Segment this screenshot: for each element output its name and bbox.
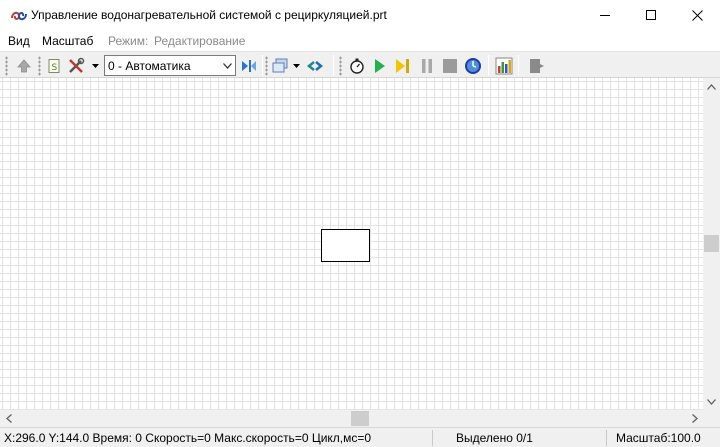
toolbar-grip-2[interactable]	[38, 56, 41, 76]
title-bar: Управление водонагревательной системой с…	[0, 0, 720, 31]
pause-button[interactable]	[417, 56, 437, 76]
exit-button[interactable]	[526, 56, 546, 76]
windows-dropdown-arrow[interactable]	[292, 56, 301, 76]
up-arrow-button[interactable]	[14, 56, 34, 76]
exit-icon	[530, 59, 544, 73]
toolbar-separator	[262, 55, 263, 76]
status-bar: X:296.0 Y:144.0 Время: 0 Скорость=0 Макс…	[0, 427, 720, 447]
scroll-corner	[703, 410, 720, 427]
scroll-left-icon[interactable]	[0, 410, 17, 427]
minimize-button[interactable]	[582, 0, 628, 31]
tools-dropdown-arrow[interactable]	[91, 56, 100, 76]
stop-button[interactable]	[440, 56, 460, 76]
menu-mode-value: Редактирование	[154, 34, 246, 48]
tools-button[interactable]	[66, 56, 86, 76]
horizontal-scrollbar[interactable]	[0, 410, 703, 427]
toolbar-grip[interactable]	[5, 56, 8, 76]
toolbar-grip-4[interactable]	[339, 56, 342, 76]
diagram-canvas[interactable]	[0, 78, 703, 410]
windows-icon	[272, 58, 288, 73]
timer-button[interactable]	[347, 56, 367, 76]
status-divider-2	[606, 430, 607, 446]
tools-icon	[69, 57, 85, 73]
status-coords: X:296.0 Y:144.0 Время: 0 Скорость=0 Макс…	[4, 431, 372, 445]
status-scale: Масштаб:100.0	[616, 431, 701, 445]
windows-button[interactable]	[270, 56, 290, 76]
toolbar-separator-3	[488, 55, 489, 76]
step-forward-button[interactable]	[393, 56, 413, 76]
up-arrow-icon	[17, 59, 31, 73]
chevron-down-icon[interactable]	[219, 56, 235, 75]
chart-icon	[495, 57, 513, 75]
script-icon: S	[48, 59, 60, 73]
toolbar-grip-3[interactable]	[265, 56, 268, 76]
chart-button[interactable]	[494, 56, 514, 76]
script-button[interactable]: S	[44, 56, 64, 76]
horizontal-scroll-thumb[interactable]	[351, 411, 369, 426]
toolbar: S 0 - Автоматика	[0, 51, 720, 78]
toolbar-separator-2	[333, 55, 334, 76]
clock-icon	[465, 58, 481, 74]
clock-button[interactable]	[463, 56, 483, 76]
mode-select-value: 0 - Автоматика	[108, 59, 191, 73]
timer-icon	[350, 58, 364, 74]
maximize-button[interactable]	[628, 0, 674, 31]
vertical-scrollbar[interactable]	[703, 78, 720, 410]
vertical-scroll-thumb[interactable]	[704, 235, 719, 252]
menu-mode-label: Режим:	[108, 34, 149, 48]
step-forward-icon	[396, 59, 409, 73]
step-button[interactable]	[239, 56, 259, 76]
status-divider	[432, 430, 433, 446]
stop-icon	[443, 59, 457, 73]
menu-view[interactable]: Вид	[8, 34, 30, 48]
window-title: Управление водонагревательной системой с…	[31, 8, 387, 22]
link-button[interactable]	[305, 56, 325, 76]
status-selected: Выделено 0/1	[456, 431, 533, 445]
play-icon	[375, 59, 385, 73]
link-icon	[306, 61, 324, 71]
play-button[interactable]	[370, 56, 390, 76]
close-button[interactable]	[674, 0, 720, 31]
menu-bar: Вид Масштаб Режим: Редактирование	[0, 31, 720, 51]
scroll-right-icon[interactable]	[686, 410, 703, 427]
app-logo-icon	[10, 8, 28, 24]
diagram-block[interactable]	[321, 229, 370, 262]
pause-icon	[422, 59, 432, 73]
menu-scale[interactable]: Масштаб	[42, 34, 93, 48]
scroll-up-icon[interactable]	[703, 78, 720, 95]
mode-select[interactable]: 0 - Автоматика	[104, 55, 236, 76]
scroll-down-icon[interactable]	[703, 393, 720, 410]
step-icon	[242, 60, 256, 72]
svg-text:S: S	[52, 63, 58, 73]
toolbar-separator-4	[518, 55, 519, 76]
